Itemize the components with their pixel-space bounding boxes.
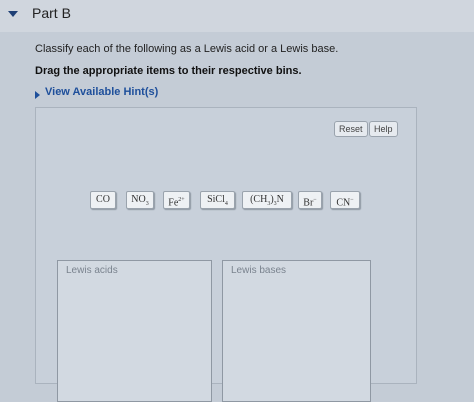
draggable-item-co[interactable]: CO <box>90 191 116 209</box>
draggable-item-sicl4[interactable]: SiCl4 <box>200 191 235 209</box>
lewis-bases-bin[interactable]: Lewis bases <box>222 260 371 402</box>
view-hints-link[interactable]: View Available Hint(s) <box>45 86 158 98</box>
draggable-item-no3[interactable]: NO3 <box>126 191 154 209</box>
question-text: Classify each of the following as a Lewi… <box>35 43 339 55</box>
help-button[interactable]: Help <box>369 121 398 137</box>
lewis-acids-bin[interactable]: Lewis acids <box>57 260 212 402</box>
draggable-item-trimethylamine[interactable]: (CH3)3N <box>242 191 292 209</box>
draggable-item-cyanide[interactable]: CN− <box>330 191 360 209</box>
collapse-triangle-icon[interactable] <box>8 11 18 17</box>
instruction-text: Drag the appropriate items to their resp… <box>35 65 302 77</box>
bin-label-bases: Lewis bases <box>231 265 287 276</box>
reset-button[interactable]: Reset <box>334 121 368 137</box>
part-title: Part B <box>32 5 71 21</box>
bin-label-acids: Lewis acids <box>66 265 118 276</box>
expand-arrow-icon[interactable] <box>35 91 40 99</box>
draggable-item-fe2plus[interactable]: Fe2+ <box>163 191 190 209</box>
draggable-item-bromide[interactable]: Br− <box>298 191 322 209</box>
part-header[interactable]: Part B <box>0 0 474 32</box>
